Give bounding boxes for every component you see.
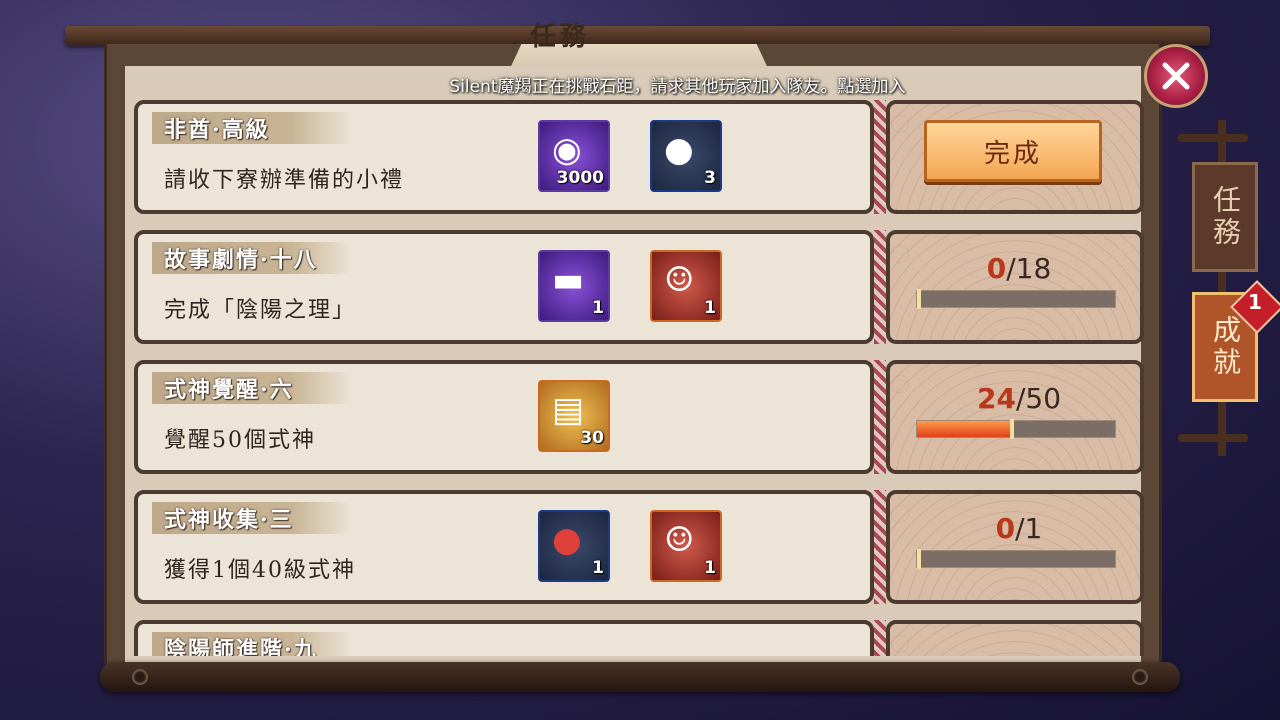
- side-rod-bottom: [1178, 434, 1248, 442]
- row-divider: [874, 620, 886, 656]
- task-title: 陰陽師進階·九: [164, 637, 318, 656]
- row-divider: [874, 490, 886, 604]
- shikigami-portrait-icon: ☺: [664, 260, 695, 300]
- progress-bar: [916, 419, 1116, 439]
- reward-count: 1: [704, 558, 716, 578]
- task-status: 0/1: [886, 490, 1144, 604]
- task-description: 完成「陰陽之理」: [164, 298, 357, 323]
- scroll-bottom-rod: [100, 662, 1180, 692]
- task-row: 故事劇情·十八 完成「陰陽之理」 ▬ 1 ☺ 1 0/18: [134, 230, 1144, 344]
- progress-text: 0/18: [890, 252, 1148, 285]
- task-row: 式神覺醒·六 覺醒50個式神 ▤ 30 24/50: [134, 360, 1144, 474]
- reward-item[interactable]: ▤ 30: [538, 380, 610, 452]
- daruma-material-icon: ●: [664, 130, 694, 170]
- reward-item[interactable]: ▬ 1: [538, 250, 610, 322]
- page-title: 任務: [529, 22, 590, 52]
- task-row: 陰陽師進階·九: [134, 620, 1144, 656]
- task-status: [886, 620, 1144, 656]
- progress-knob: [917, 289, 921, 309]
- side-rod-top: [1178, 134, 1248, 142]
- row-divider: [874, 230, 886, 344]
- reward-item[interactable]: ● 1: [538, 510, 610, 582]
- progress-total: /1: [1015, 512, 1043, 545]
- task-status: 0/18: [886, 230, 1144, 344]
- progress-text: 24/50: [890, 382, 1148, 415]
- progress-total: /18: [1006, 252, 1052, 285]
- task-description: 請收下寮辦準備的小禮: [164, 168, 405, 193]
- reward-count: 1: [592, 298, 604, 318]
- reward-count: 3000: [556, 168, 604, 188]
- task-info: 非酋·高級 請收下寮辦準備的小禮 ◉ 3000 ● 3: [134, 100, 874, 214]
- reward-count: 1: [592, 558, 604, 578]
- task-info: 陰陽師進階·九: [134, 620, 874, 656]
- notification-count: 1: [1248, 290, 1262, 314]
- task-description: 獲得1個40級式神: [164, 558, 356, 583]
- task-title: 式神收集·三: [164, 507, 294, 533]
- task-info: 式神覺醒·六 覺醒50個式神 ▤ 30: [134, 360, 874, 474]
- reward-count: 1: [704, 298, 716, 318]
- shikigami-portrait-icon: ☺: [664, 520, 695, 560]
- tab-tasks[interactable]: 任務: [1192, 162, 1258, 272]
- progress-current: 24: [976, 382, 1016, 415]
- magatama-icon: ◉: [552, 130, 582, 170]
- close-icon: [1162, 62, 1190, 90]
- task-description: 覺醒50個式神: [164, 428, 316, 453]
- row-divider: [874, 360, 886, 474]
- progress-knob: [917, 549, 921, 569]
- reward-item[interactable]: ☺ 1: [650, 510, 722, 582]
- row-divider: [874, 100, 886, 214]
- progress-text: 0/1: [890, 512, 1148, 545]
- skin-scroll-icon: ▤: [552, 390, 585, 430]
- close-button[interactable]: [1144, 44, 1208, 108]
- task-title: 式神覺醒·六: [164, 377, 294, 403]
- reward-item[interactable]: ◉ 3000: [538, 120, 610, 192]
- red-daruma-icon: ●: [552, 520, 582, 560]
- complete-button[interactable]: 完成: [924, 120, 1102, 182]
- progress-current: 0: [986, 252, 1007, 285]
- reward-item[interactable]: ☺ 1: [650, 250, 722, 322]
- progress-total: /50: [1015, 382, 1062, 415]
- task-info: 故事劇情·十八 完成「陰陽之理」 ▬ 1 ☺ 1: [134, 230, 874, 344]
- progress-current: 0: [995, 512, 1016, 545]
- reward-count: 30: [580, 428, 604, 448]
- task-status: 24/50: [886, 360, 1144, 474]
- task-title: 非酋·高級: [164, 117, 270, 143]
- broadcast-message[interactable]: Silent魔羯正在挑戰石距，請求其他玩家加入隊友。點選加入: [0, 72, 1280, 97]
- task-row: 非酋·高級 請收下寮辦準備的小禮 ◉ 3000 ● 3 完成: [134, 100, 1144, 214]
- progress-bar: [916, 289, 1116, 309]
- progress-bar: [916, 549, 1116, 569]
- reward-item[interactable]: ● 3: [650, 120, 722, 192]
- task-info: 式神收集·三 獲得1個40級式神 ● 1 ☺ 1: [134, 490, 874, 604]
- progress-fill: [917, 421, 1013, 437]
- task-status: 完成: [886, 100, 1144, 214]
- progress-knob: [1010, 419, 1015, 439]
- reward-count: 3: [704, 168, 716, 188]
- task-title: 故事劇情·十八: [164, 247, 318, 273]
- ticket-icon: ▬: [552, 260, 585, 300]
- task-row: 式神收集·三 獲得1個40級式神 ● 1 ☺ 1 0/1: [134, 490, 1144, 604]
